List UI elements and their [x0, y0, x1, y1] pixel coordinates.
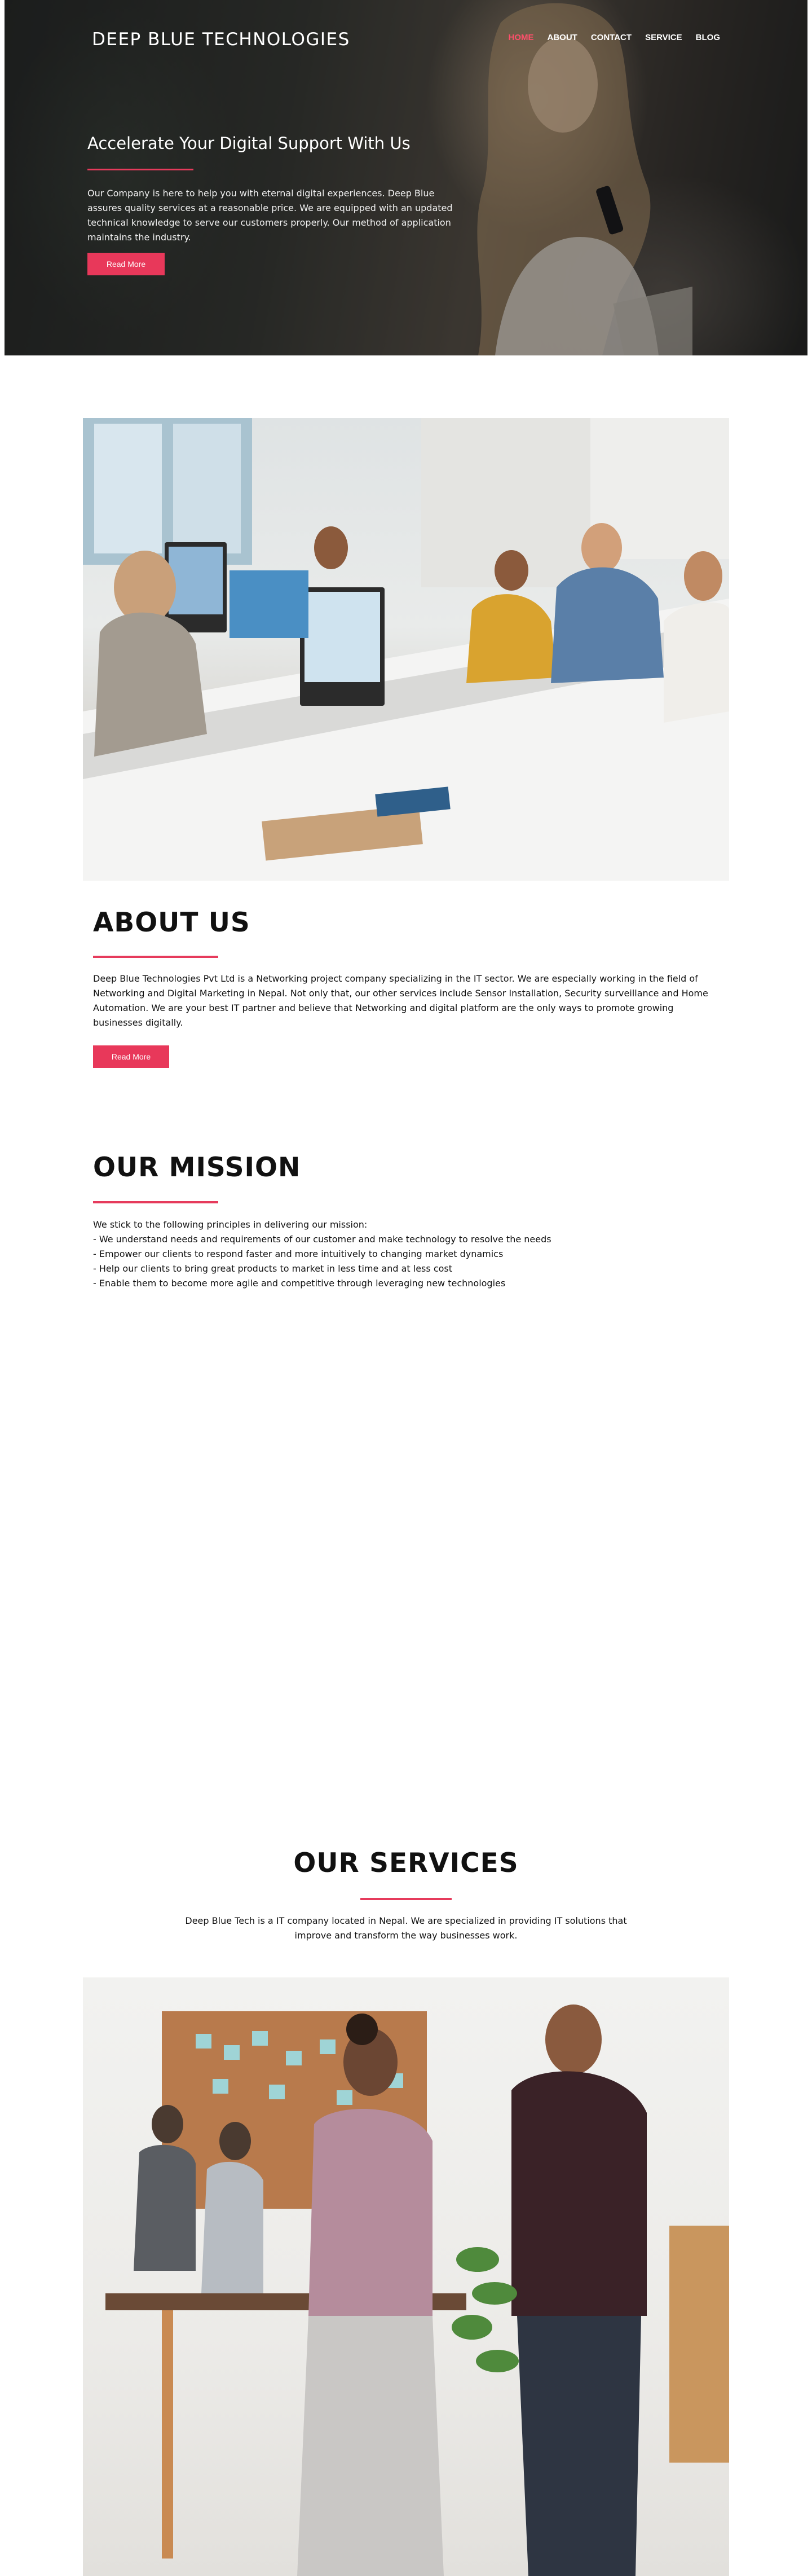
services-text: Deep Blue Tech is a IT company located i…	[185, 1915, 627, 1941]
mission-point: - Enable them to become more agile and c…	[93, 1278, 506, 1289]
hero-overlay	[5, 0, 807, 355]
hero-description: Our Company is here to help you with ete…	[87, 188, 453, 243]
services-divider	[360, 1898, 452, 1900]
about-title: ABOUT US	[93, 907, 250, 938]
meeting-image	[83, 1977, 729, 2576]
mission-list: We stick to the following principles in …	[93, 1217, 713, 1291]
about-text: Deep Blue Technologies Pvt Ltd is a Netw…	[93, 973, 708, 1028]
nav-home[interactable]: HOME	[509, 33, 534, 42]
meeting-illustration	[105, 2004, 729, 2576]
main-nav: HOME ABOUT CONTACT SERVICE BLOG	[509, 33, 720, 42]
hero-heading: Accelerate Your Digital Support With Us	[87, 134, 411, 153]
mission-divider	[93, 1201, 218, 1203]
hero-divider	[87, 169, 193, 170]
office-team-image	[83, 418, 729, 881]
brand-logo[interactable]: DEEP BLUE TECHNOLOGIES	[92, 29, 350, 50]
nav-contact[interactable]: CONTACT	[591, 33, 632, 42]
about-read-more-button[interactable]: Read More	[93, 1045, 169, 1068]
nav-about[interactable]: ABOUT	[548, 33, 577, 42]
hero-section: DEEP BLUE TECHNOLOGIES HOME ABOUT CONTAC…	[5, 0, 807, 355]
hero-read-more-button[interactable]: Read More	[87, 253, 165, 275]
office-illustration	[83, 418, 729, 881]
services-title: OUR SERVICES	[293, 1848, 519, 1879]
mission-title: OUR MISSION	[93, 1152, 301, 1183]
nav-blog[interactable]: BLOG	[696, 33, 720, 42]
nav-service[interactable]: SERVICE	[645, 33, 682, 42]
mission-intro: We stick to the following principles in …	[93, 1219, 368, 1230]
mission-point: - We understand needs and requirements o…	[93, 1234, 551, 1245]
mission-point: - Help our clients to bring great produc…	[93, 1263, 453, 1274]
mission-point: - Empower our clients to respond faster …	[93, 1249, 504, 1259]
about-divider	[93, 956, 218, 958]
